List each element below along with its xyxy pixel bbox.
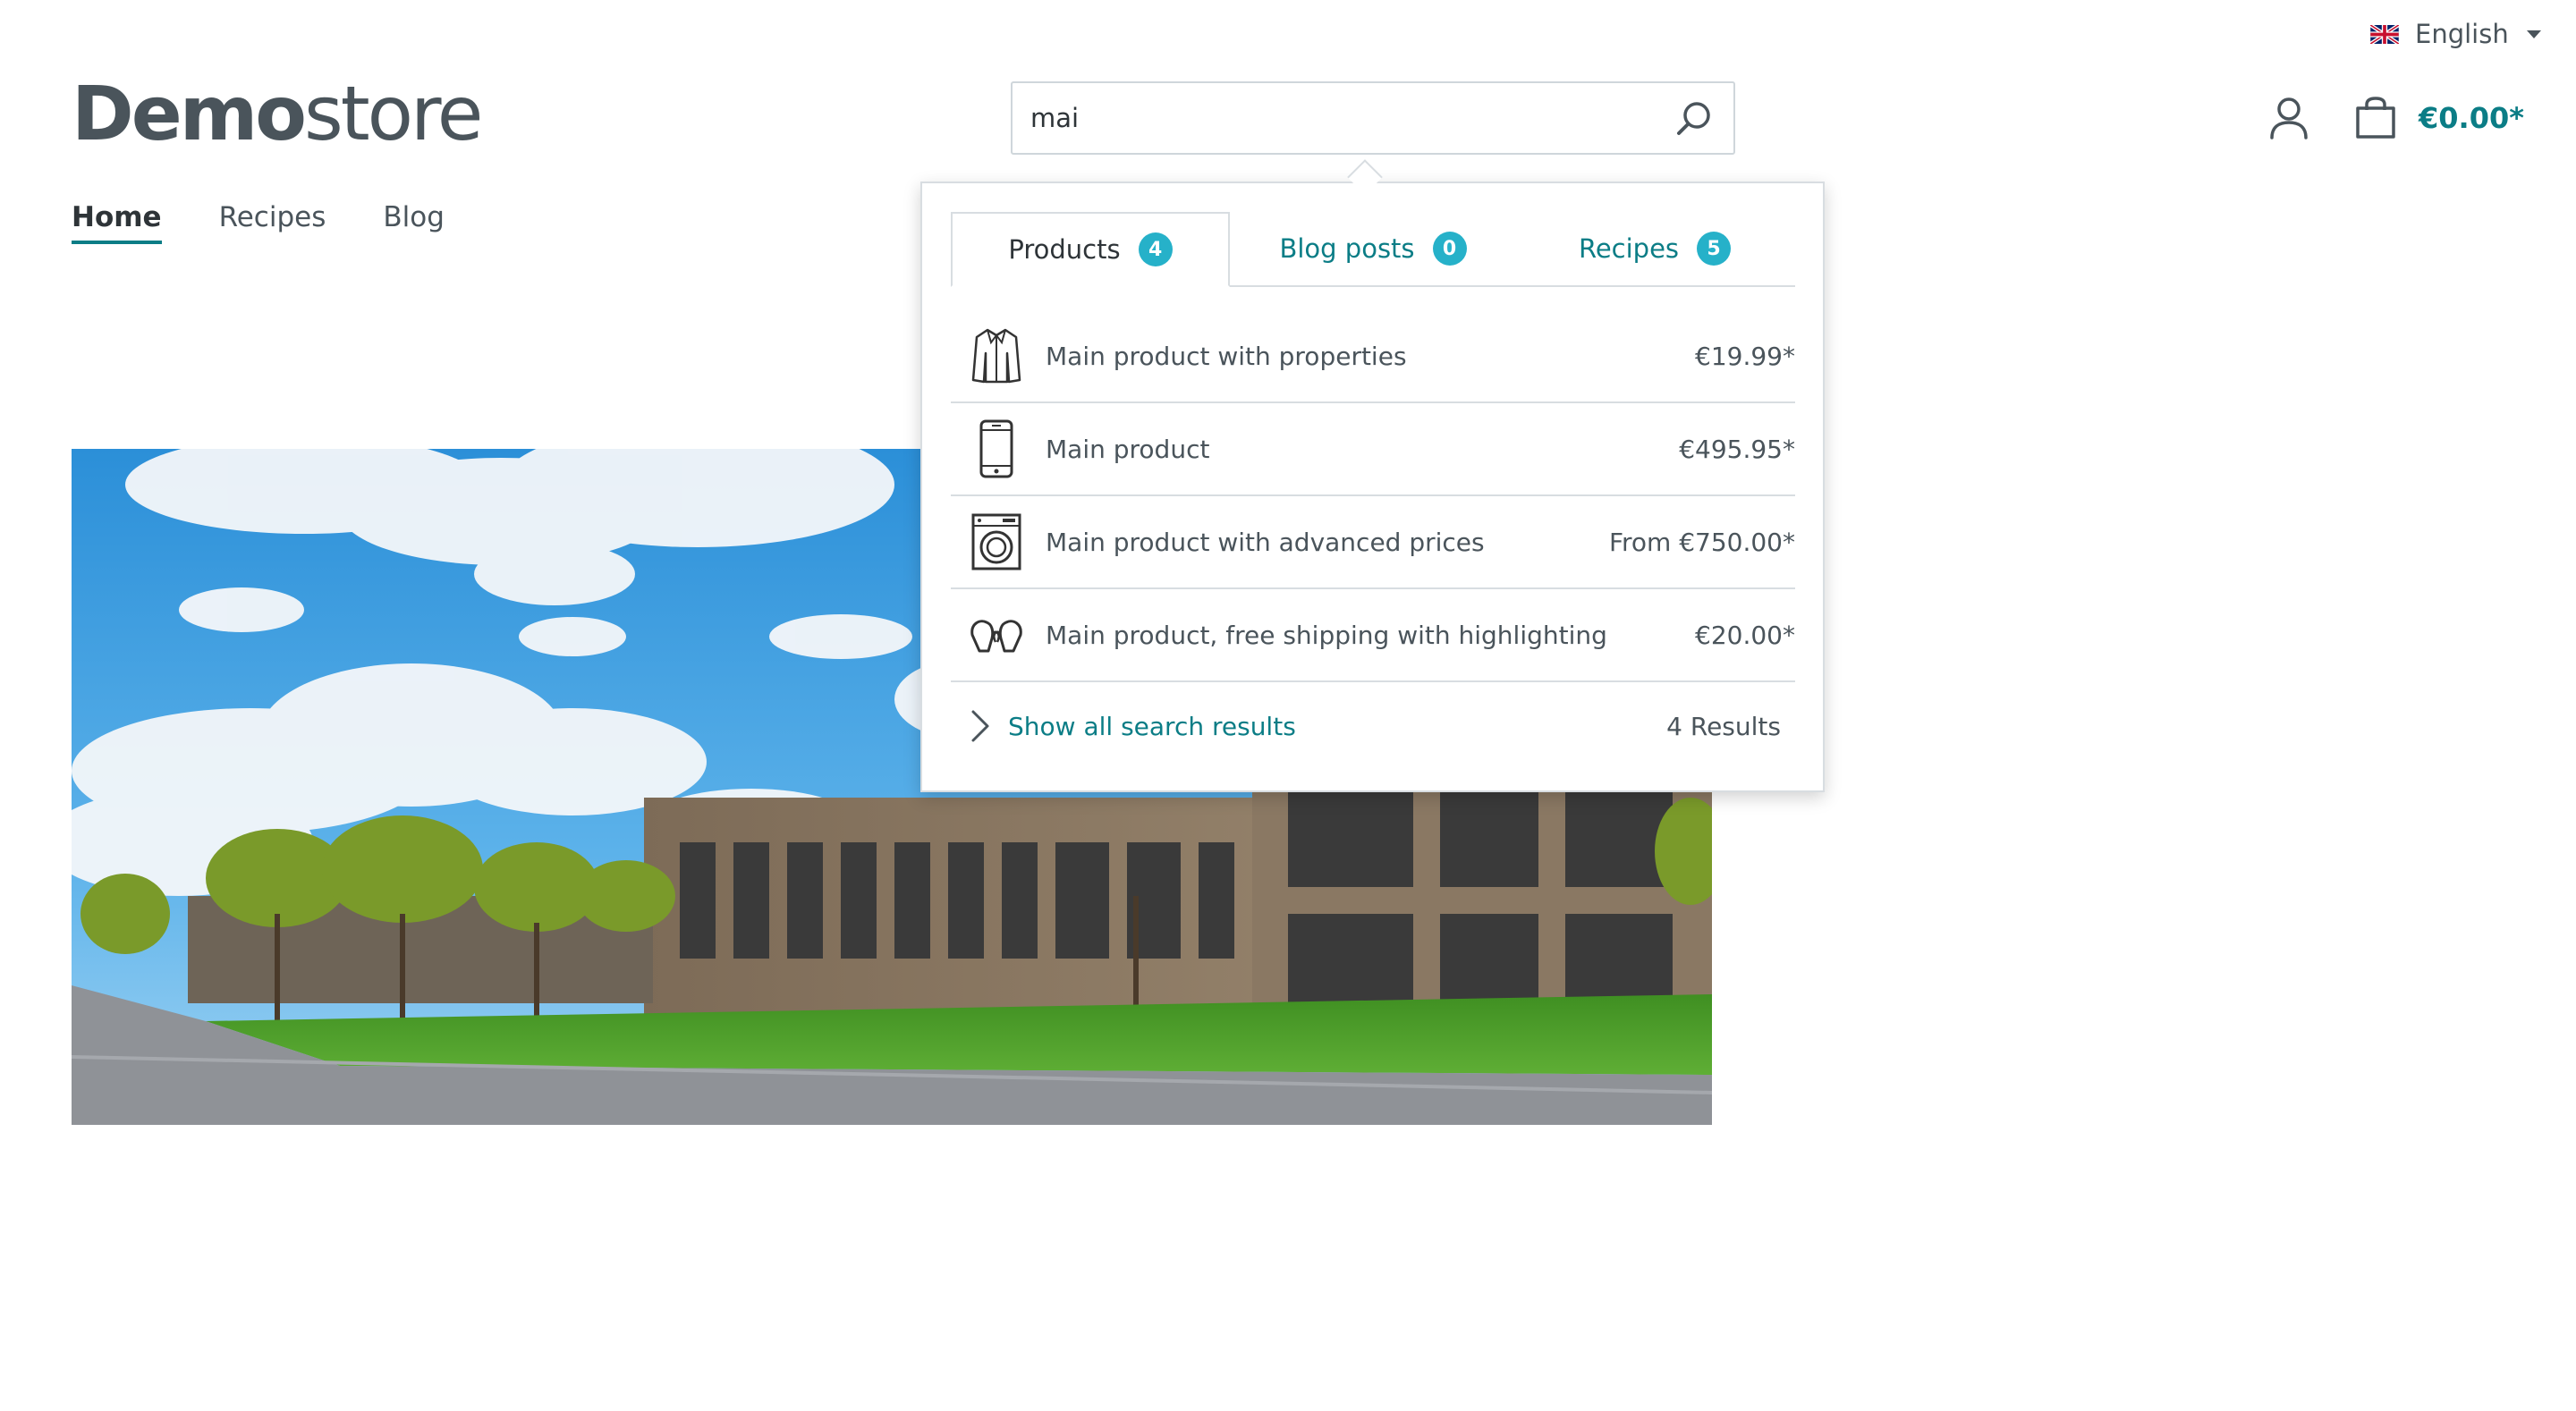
nav-item-recipes[interactable]: Recipes — [219, 201, 326, 244]
search-result-tabs: Products 4 Blog posts 0 Recipes 5 — [951, 212, 1795, 287]
tab-label: Blog posts — [1279, 233, 1415, 264]
tab-products[interactable]: Products 4 — [951, 212, 1230, 287]
language-label: English — [2415, 19, 2509, 49]
result-price: €20.00* — [1695, 620, 1795, 650]
search-input[interactable] — [1030, 83, 1674, 153]
count-badge: 5 — [1697, 232, 1732, 266]
nav-item-blog[interactable]: Blog — [383, 201, 445, 244]
result-price: €19.99* — [1695, 341, 1795, 371]
result-name: Main product — [1046, 434, 1210, 464]
product-thumbnail — [969, 604, 1024, 665]
washing-machine-icon — [971, 513, 1021, 570]
show-all-label: Show all search results — [1008, 711, 1296, 741]
search-result-item[interactable]: Main product €495.95* — [951, 403, 1795, 496]
tab-label: Products — [1008, 234, 1121, 265]
result-name: Main product with advanced prices — [1046, 527, 1485, 557]
user-icon[interactable] — [2269, 97, 2309, 139]
search-result-item[interactable]: Main product with properties €19.99* — [951, 310, 1795, 403]
result-name: Main product with properties — [1046, 341, 1407, 371]
product-thumbnail — [969, 418, 1024, 479]
search-suggest-dropdown: Products 4 Blog posts 0 Recipes 5 Main p… — [920, 182, 1825, 792]
chevron-right-icon — [971, 710, 989, 742]
tab-label: Recipes — [1578, 233, 1680, 264]
store-logo[interactable]: Demostore — [72, 64, 483, 163]
search-result-item[interactable]: Main product, free shipping with highlig… — [951, 589, 1795, 682]
count-badge: 4 — [1138, 232, 1173, 266]
logo-bold-text: Demo — [72, 70, 307, 157]
boxing-gloves-icon — [970, 620, 1022, 653]
chevron-down-icon — [2526, 30, 2541, 38]
smartphone-icon — [979, 419, 1013, 478]
result-price: From €750.00* — [1608, 527, 1795, 557]
search-icon[interactable] — [1674, 99, 1714, 139]
show-all-results-link[interactable]: Show all search results — [970, 709, 1296, 743]
nav-item-home[interactable]: Home — [72, 201, 162, 244]
product-thumbnail — [969, 325, 1024, 386]
result-price: €495.95* — [1679, 434, 1795, 464]
results-count: 4 Results — [1666, 711, 1781, 741]
search-results-footer: Show all search results 4 Results — [951, 682, 1795, 770]
main-navigation: Home Recipes Blog — [72, 201, 445, 244]
logo-light-text: store — [303, 70, 483, 157]
result-name: Main product, free shipping with highlig… — [1046, 620, 1607, 650]
jacket-icon — [971, 328, 1021, 384]
tab-recipes[interactable]: Recipes 5 — [1516, 212, 1793, 285]
search-results-list: Main product with properties €19.99* Mai… — [951, 310, 1795, 770]
tab-blog-posts[interactable]: Blog posts 0 — [1230, 212, 1516, 285]
uk-flag-icon — [2370, 24, 2399, 44]
search-box — [1011, 81, 1735, 155]
language-switcher[interactable]: English — [2370, 16, 2541, 52]
cart-button[interactable]: €0.00* — [2354, 93, 2524, 143]
product-thumbnail — [969, 511, 1024, 572]
count-badge: 0 — [1432, 232, 1467, 266]
search-result-item[interactable]: Main product with advanced prices From €… — [951, 496, 1795, 589]
cart-total: €0.00* — [2419, 101, 2524, 135]
shopping-bag-icon — [2356, 97, 2395, 139]
